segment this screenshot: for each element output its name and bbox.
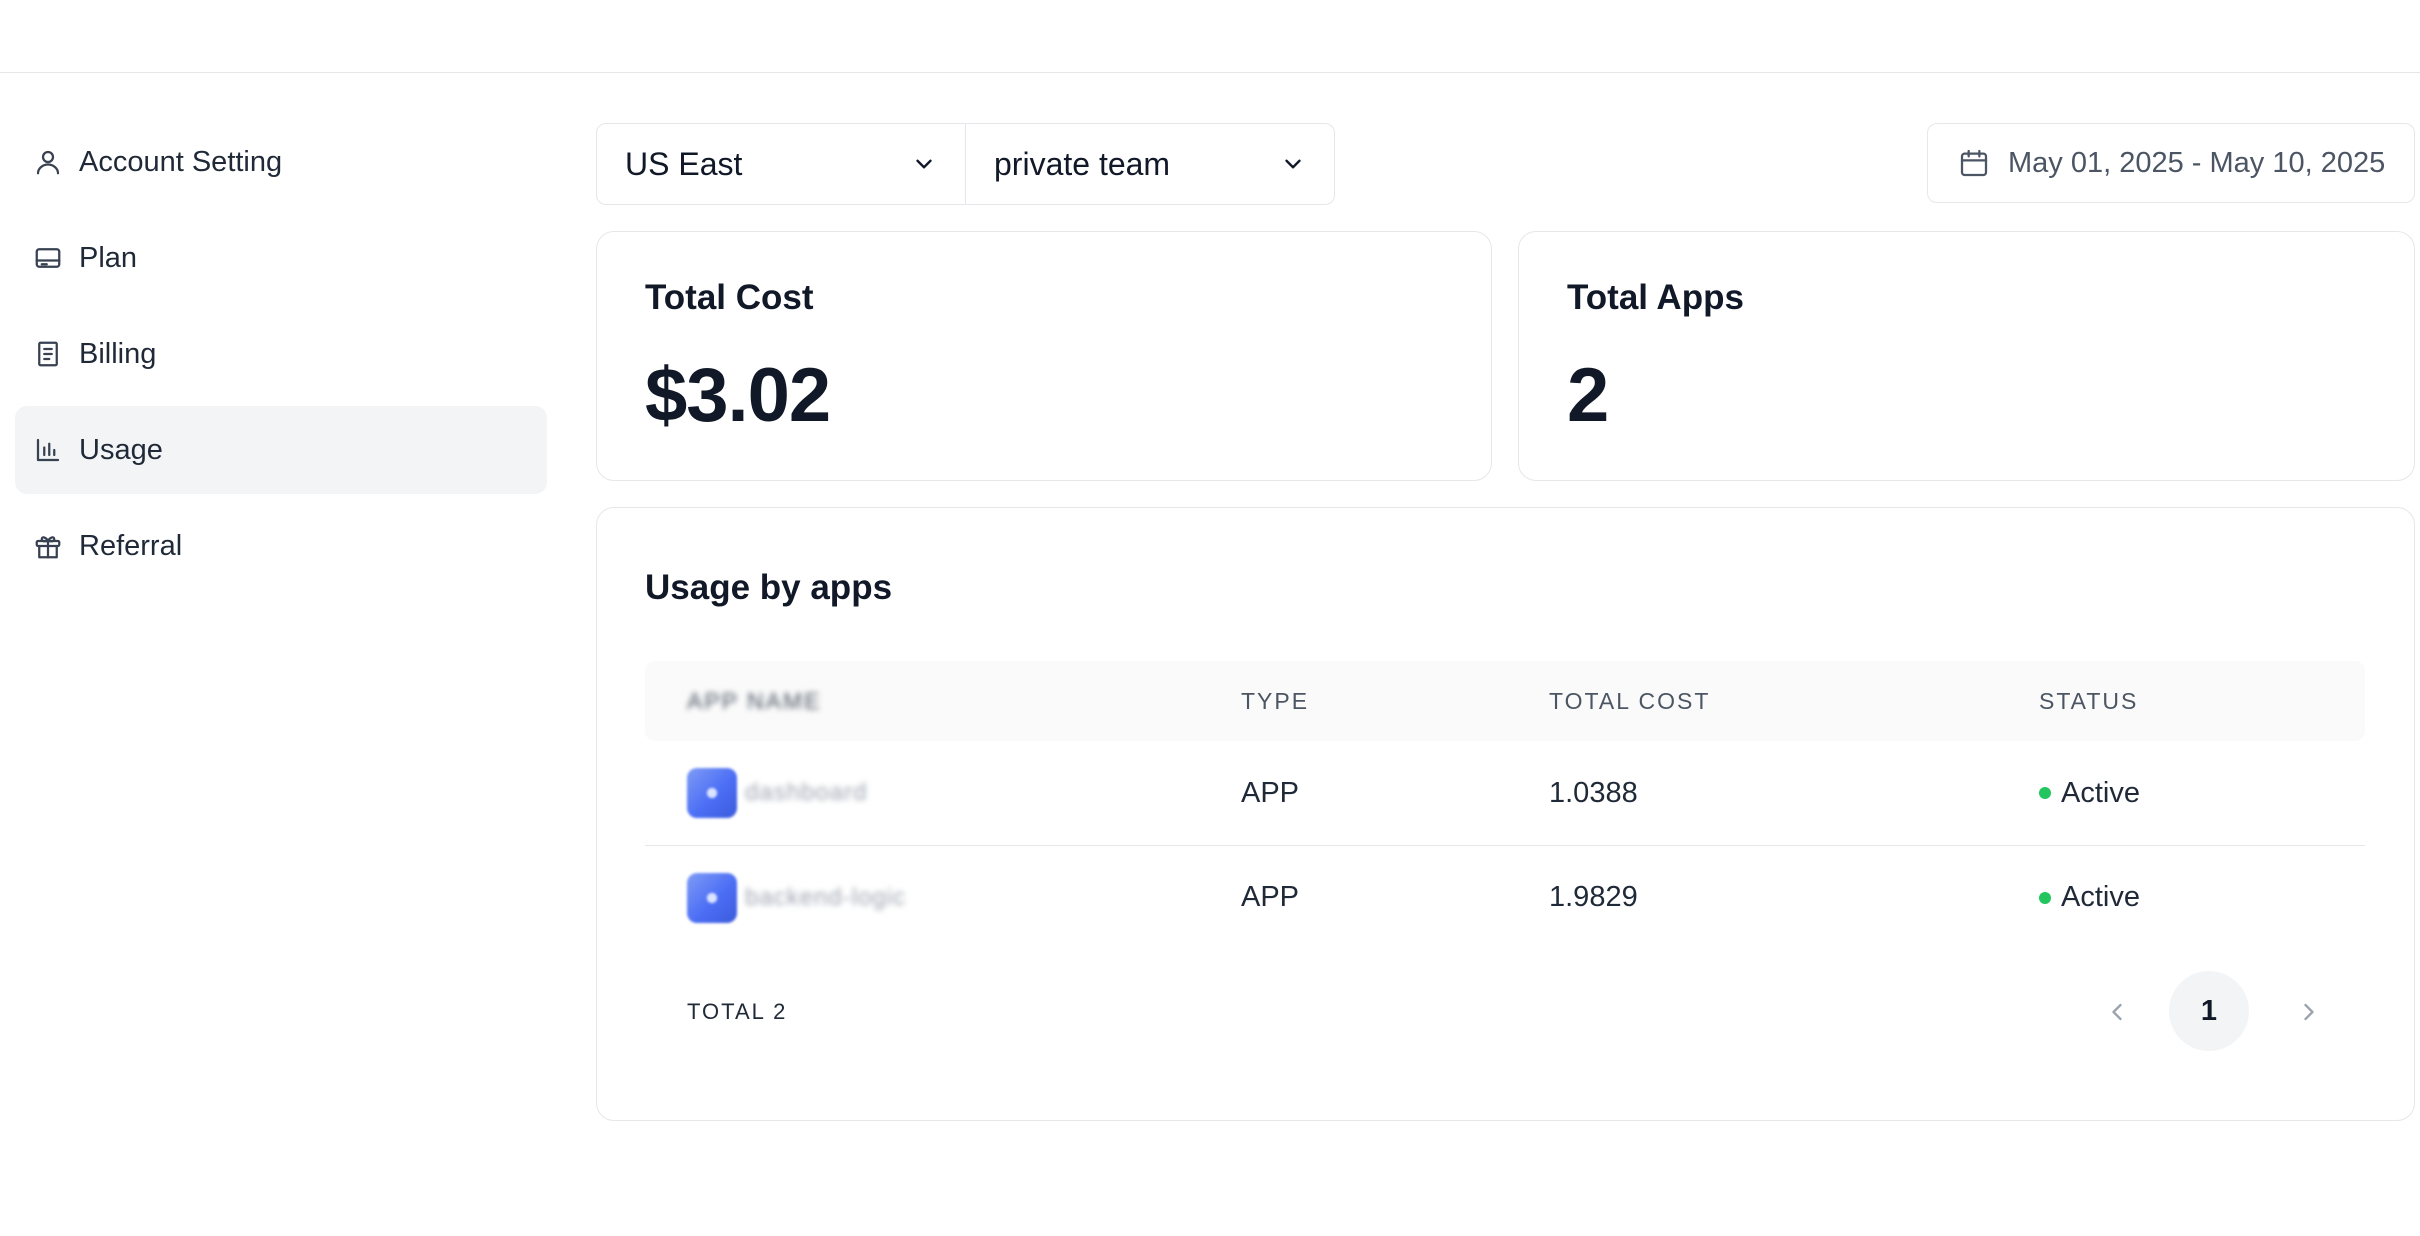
status-label: Active bbox=[2061, 881, 2140, 913]
sidebar-item-label: Account Setting bbox=[79, 145, 283, 178]
pagination-page-button[interactable]: 1 bbox=[2169, 971, 2249, 1051]
usage-title: Usage by apps bbox=[645, 568, 893, 607]
app-name: backend-logic bbox=[745, 883, 907, 911]
top-bar bbox=[0, 0, 2420, 73]
usage-by-apps-card: Usage by apps APP NAME TYPE TOTAL COST S… bbox=[596, 507, 2415, 1121]
total-cost-value: $3.02 bbox=[645, 353, 831, 438]
app-name-cell: dashboard bbox=[687, 768, 867, 818]
sidebar-item-referral[interactable]: Referral bbox=[15, 502, 547, 590]
pagination-next-button[interactable] bbox=[2289, 992, 2329, 1032]
usage-table: APP NAME TYPE TOTAL COST STATUS dashboar… bbox=[645, 661, 2365, 949]
receipt-icon bbox=[33, 339, 63, 369]
chevron-down-icon bbox=[916, 159, 932, 169]
team-select[interactable]: private team bbox=[965, 123, 1335, 205]
total-apps-value: 2 bbox=[1567, 353, 1609, 438]
app-type: APP bbox=[1241, 776, 1300, 809]
user-icon bbox=[33, 147, 63, 177]
sidebar-item-label: Usage bbox=[79, 433, 163, 466]
column-header-type: TYPE bbox=[1241, 687, 1310, 714]
app-icon bbox=[687, 768, 737, 818]
chevron-right-icon bbox=[2304, 1003, 2314, 1021]
sidebar-item-label: Billing bbox=[79, 337, 157, 370]
bar-chart-icon bbox=[33, 435, 63, 465]
date-range-value: May 01, 2025 - May 10, 2025 bbox=[2008, 146, 2386, 179]
total-apps-card: Total Apps 2 bbox=[1518, 231, 2415, 481]
region-select[interactable]: US East bbox=[596, 123, 966, 205]
app-name: dashboard bbox=[745, 779, 868, 806]
sidebar-item-billing[interactable]: Billing bbox=[15, 310, 547, 398]
sidebar-item-account-setting[interactable]: Account Setting bbox=[15, 118, 547, 206]
pagination-prev-button[interactable] bbox=[2097, 992, 2137, 1032]
status-badge: Active bbox=[2039, 777, 2140, 810]
table-row[interactable]: dashboard APP 1.0388 Active bbox=[645, 741, 2365, 845]
column-header-total-cost: TOTAL COST bbox=[1549, 687, 1711, 714]
status-label: Active bbox=[2061, 776, 2140, 809]
sidebar-item-label: Plan bbox=[79, 241, 138, 274]
app-total-cost: 1.9829 bbox=[1549, 881, 1638, 913]
gift-icon bbox=[33, 531, 63, 561]
table-total-count: TOTAL 2 bbox=[687, 999, 788, 1024]
column-header-app-name: APP NAME bbox=[687, 687, 822, 714]
status-dot-icon bbox=[2039, 891, 2051, 904]
table-header: APP NAME TYPE TOTAL COST STATUS bbox=[645, 661, 2365, 741]
status-dot-icon bbox=[2039, 787, 2051, 799]
sidebar-item-usage[interactable]: Usage bbox=[15, 406, 547, 494]
app-icon bbox=[687, 872, 737, 923]
chevron-down-icon bbox=[1285, 159, 1301, 169]
calendar-icon bbox=[1960, 149, 1988, 177]
total-cost-title: Total Cost bbox=[645, 278, 814, 317]
sidebar-item-plan[interactable]: Plan bbox=[15, 214, 547, 302]
app-total-cost: 1.0388 bbox=[1549, 776, 1638, 809]
total-apps-title: Total Apps bbox=[1567, 278, 1744, 317]
sidebar-item-label: Referral bbox=[79, 529, 183, 562]
status-badge: Active bbox=[2039, 881, 2140, 914]
date-range-picker[interactable]: May 01, 2025 - May 10, 2025 bbox=[1927, 123, 2415, 203]
team-select-value: private team bbox=[994, 145, 1171, 182]
credit-card-icon bbox=[33, 243, 63, 273]
region-select-value: US East bbox=[625, 145, 743, 182]
sidebar: Account Setting Plan Billing Usage Refer… bbox=[15, 118, 547, 598]
chevron-left-icon bbox=[2112, 1003, 2122, 1021]
total-cost-card: Total Cost $3.02 bbox=[596, 231, 1492, 481]
column-header-status: STATUS bbox=[2039, 687, 2139, 714]
app-name-cell: backend-logic bbox=[687, 872, 907, 923]
table-row[interactable]: backend-logic APP 1.9829 Active bbox=[645, 845, 2365, 949]
app-type: APP bbox=[1241, 881, 1300, 913]
